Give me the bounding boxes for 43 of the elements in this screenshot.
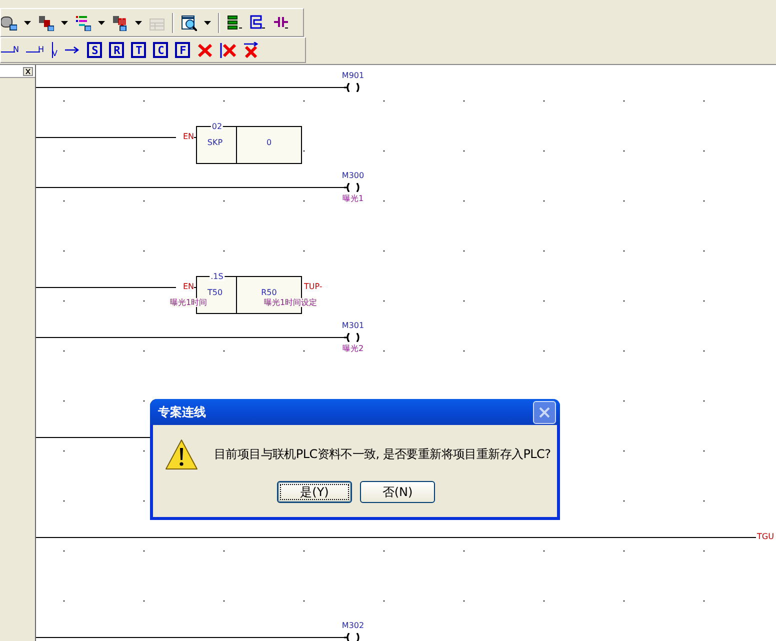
block-comment: 曝光1时间	[170, 298, 208, 307]
coil-address: M302	[342, 621, 364, 630]
warning-icon	[165, 439, 198, 470]
delete-icon[interactable]	[197, 42, 214, 58]
input-label: EN	[182, 132, 194, 141]
block-parameter: 02	[210, 122, 224, 131]
vertical-line-icon	[51, 42, 54, 58]
block-instruction: SKP	[207, 138, 223, 147]
block-operand: R50	[261, 288, 277, 297]
horizontal-line-icon	[1, 50, 15, 54]
delete-arrow-icon[interactable]	[243, 42, 260, 58]
horizontal-line-tool[interactable]: N	[1, 46, 19, 54]
block-comment: 曝光1时间设定	[264, 298, 318, 307]
yes-button[interactable]: 是(Y)	[277, 481, 352, 503]
block-operand: 0	[266, 138, 272, 147]
block-parameter: .1S	[210, 272, 224, 281]
block-instruction: T50	[207, 288, 223, 297]
instruction-tool[interactable]: F	[175, 42, 190, 58]
dialog-title: 专案连线	[158, 404, 206, 420]
instruction-tool[interactable]: T	[131, 42, 146, 58]
list-icon[interactable]	[75, 14, 91, 30]
instruction-tool[interactable]: R	[109, 42, 124, 58]
dialog-message: 目前项目与联机PLC资料不一致, 是否要重新将项目重新存入PLC?	[214, 446, 551, 463]
delete-vline-icon[interactable]	[220, 42, 236, 58]
magnifier-page-icon[interactable]	[181, 14, 197, 30]
coil-address: M301	[342, 321, 364, 330]
instruction-tool[interactable]: S	[87, 42, 102, 58]
list-query-icon[interactable]	[227, 14, 243, 30]
contact-query-icon[interactable]	[273, 14, 289, 30]
close-button[interactable]	[533, 400, 556, 424]
close-icon	[539, 406, 550, 418]
close-icon[interactable]	[23, 66, 33, 76]
horizontal-line-icon	[26, 50, 40, 54]
coil-address: M901	[342, 71, 364, 80]
coil-comment: 曝光1	[342, 194, 364, 203]
coil-address: M300	[342, 171, 364, 180]
no-button[interactable]: 否(N)	[360, 481, 435, 503]
coil-comment: 曝光2	[342, 344, 364, 353]
output-label: TGU	[757, 532, 774, 541]
instruction-tool[interactable]: C	[153, 42, 168, 58]
horizontal-line-tool[interactable]: H	[26, 46, 44, 54]
output-label: TUP-	[304, 282, 322, 291]
input-label: EN	[182, 282, 194, 291]
